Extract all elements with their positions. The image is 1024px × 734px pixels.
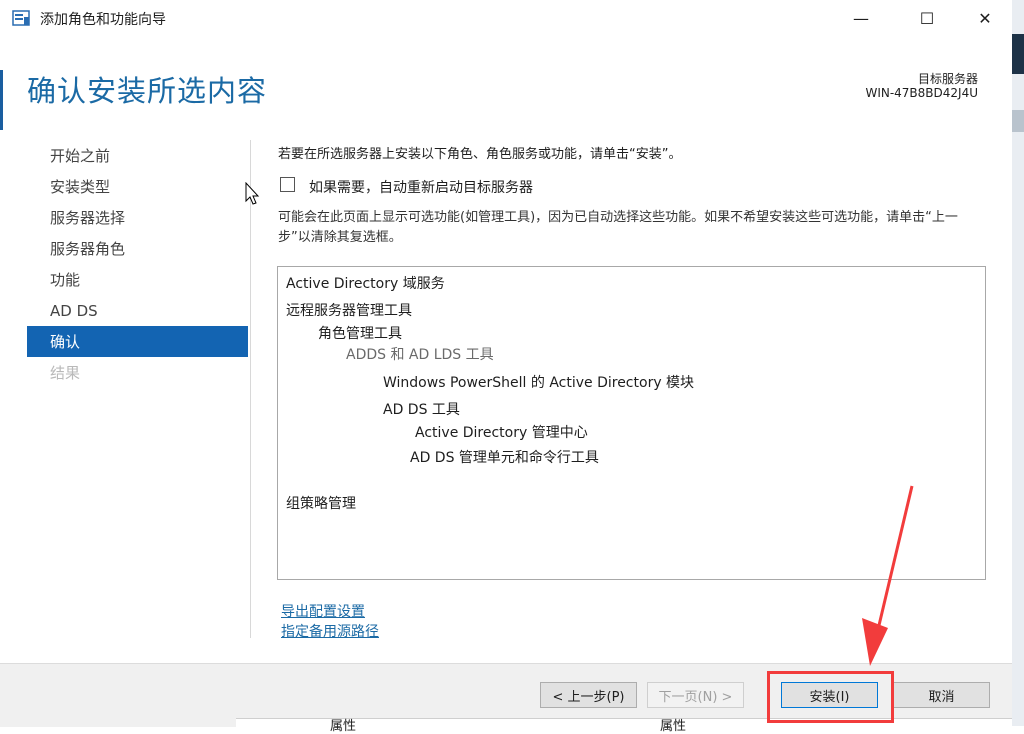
restart-checkbox-label[interactable]: 如果需要，自动重新启动目标服务器 [309, 177, 533, 197]
window-title: 添加角色和功能向导 [40, 12, 166, 28]
target-server-name: WIN-47B8BD42J4U [865, 86, 978, 100]
export-configuration-link[interactable]: 导出配置设置 [281, 601, 365, 621]
close-button[interactable]: ✕ [962, 0, 1008, 36]
feature-item: 组策略管理 [286, 496, 356, 512]
feature-item: AD DS 工具 [383, 402, 460, 418]
nav-item-results: 结果 [50, 364, 81, 382]
background-window-left-edge [0, 70, 3, 130]
nav-item-ad-ds[interactable]: AD DS [50, 296, 98, 326]
restart-checkbox[interactable] [280, 177, 295, 192]
background-cut-text: 属性 [660, 719, 687, 734]
nav-item-before-you-begin[interactable]: 开始之前 [50, 141, 110, 171]
target-server-label: 目标服务器 [917, 72, 978, 86]
feature-item: Active Directory 管理中心 [415, 425, 588, 441]
server-manager-icon [12, 10, 30, 26]
nav-item-installation-type[interactable]: 安装类型 [50, 172, 110, 202]
background-window-edge [1012, 0, 1024, 726]
alternate-source-path-link[interactable]: 指定备用源路径 [281, 621, 379, 641]
mouse-cursor-icon [245, 182, 260, 205]
feature-item: ADDS 和 AD LDS 工具 [346, 347, 494, 363]
next-button: 下一页(N) > [647, 682, 744, 708]
optional-features-note: 可能会在此页面上显示可选功能(如管理工具)，因为已自动选择这些功能。如果不希望安… [278, 210, 958, 245]
cancel-button[interactable]: 取消 [893, 682, 990, 708]
feature-item: AD DS 管理单元和命令行工具 [410, 450, 599, 466]
nav-item-features[interactable]: 功能 [50, 265, 80, 295]
nav-item-server-roles[interactable]: 服务器角色 [50, 234, 125, 264]
page-title: 确认安装所选内容 [27, 74, 268, 108]
nav-item-server-selection[interactable]: 服务器选择 [50, 203, 125, 233]
feature-item: Windows PowerShell 的 Active Directory 模块 [383, 375, 695, 391]
nav-item-confirmation[interactable]: 确认 [50, 327, 80, 357]
annotation-arrow-icon [862, 485, 914, 666]
annotation-highlight-box [767, 671, 894, 723]
instruction-text: 若要在所选服务器上安装以下角色、角色服务或功能，请单击“安装”。 [278, 147, 682, 162]
minimize-button[interactable]: — [838, 0, 884, 36]
feature-item: 角色管理工具 [318, 326, 402, 342]
maximize-button[interactable]: ☐ [904, 0, 950, 36]
feature-item: 远程服务器管理工具 [286, 303, 412, 319]
previous-button[interactable]: < 上一步(P) [540, 682, 637, 708]
feature-item: Active Directory 域服务 [286, 276, 445, 292]
background-cut-text: 属性 [330, 719, 357, 734]
nav-divider [250, 140, 251, 638]
